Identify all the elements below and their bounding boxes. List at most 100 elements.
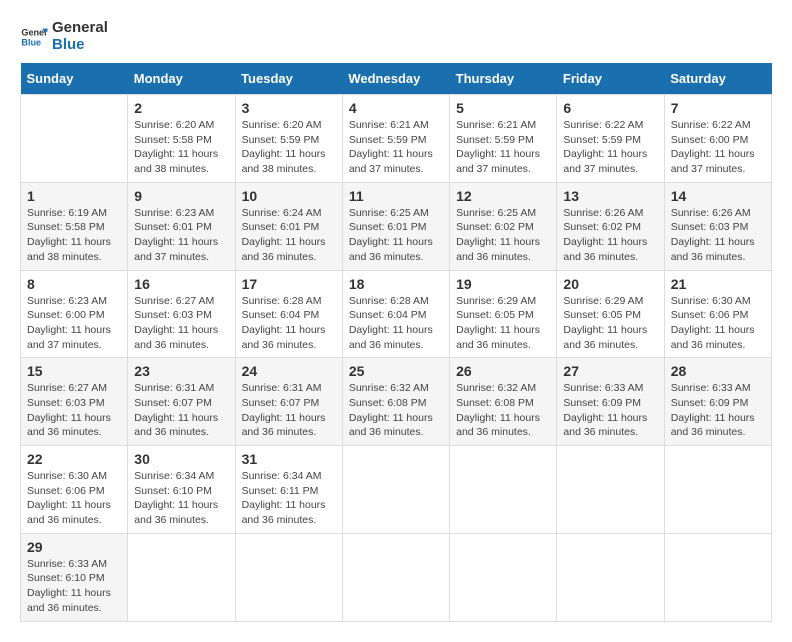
sunrise-time: Sunrise: 6:31 AM bbox=[134, 381, 228, 396]
column-header-sunday: Sunday bbox=[21, 63, 128, 95]
day-number: 25 bbox=[349, 363, 443, 379]
sunrise-time: Sunrise: 6:20 AM bbox=[242, 118, 336, 133]
day-number: 4 bbox=[349, 100, 443, 116]
calendar-cell: 28 Sunrise: 6:33 AM Sunset: 6:09 PM Dayl… bbox=[664, 358, 771, 446]
sunrise-time: Sunrise: 6:34 AM bbox=[134, 469, 228, 484]
calendar-header-row: SundayMondayTuesdayWednesdayThursdayFrid… bbox=[21, 63, 772, 95]
sunrise-time: Sunrise: 6:33 AM bbox=[563, 381, 657, 396]
day-info: Sunrise: 6:30 AM Sunset: 6:06 PM Dayligh… bbox=[27, 469, 121, 528]
daylight-hours: Daylight: 11 hours and 38 minutes. bbox=[134, 147, 228, 176]
daylight-hours: Daylight: 11 hours and 36 minutes. bbox=[242, 498, 336, 527]
daylight-hours: Daylight: 11 hours and 36 minutes. bbox=[671, 235, 765, 264]
day-info: Sunrise: 6:22 AM Sunset: 5:59 PM Dayligh… bbox=[563, 118, 657, 177]
calendar-cell: 13 Sunrise: 6:26 AM Sunset: 6:02 PM Dayl… bbox=[557, 182, 664, 270]
daylight-hours: Daylight: 11 hours and 36 minutes. bbox=[134, 323, 228, 352]
sunrise-time: Sunrise: 6:26 AM bbox=[563, 206, 657, 221]
column-header-thursday: Thursday bbox=[450, 63, 557, 95]
sunset-time: Sunset: 6:10 PM bbox=[134, 484, 228, 499]
day-number: 31 bbox=[242, 451, 336, 467]
sunrise-time: Sunrise: 6:30 AM bbox=[27, 469, 121, 484]
calendar-cell bbox=[664, 446, 771, 534]
calendar-week-row: 15 Sunrise: 6:27 AM Sunset: 6:03 PM Dayl… bbox=[21, 358, 772, 446]
sunset-time: Sunset: 6:01 PM bbox=[349, 220, 443, 235]
calendar-cell bbox=[664, 533, 771, 621]
daylight-hours: Daylight: 11 hours and 36 minutes. bbox=[671, 323, 765, 352]
day-number: 8 bbox=[27, 276, 121, 292]
sunset-time: Sunset: 5:58 PM bbox=[27, 220, 121, 235]
daylight-hours: Daylight: 11 hours and 36 minutes. bbox=[349, 235, 443, 264]
sunset-time: Sunset: 6:04 PM bbox=[242, 308, 336, 323]
sunset-time: Sunset: 5:59 PM bbox=[349, 133, 443, 148]
calendar-cell bbox=[450, 533, 557, 621]
column-header-friday: Friday bbox=[557, 63, 664, 95]
day-number: 1 bbox=[27, 188, 121, 204]
sunset-time: Sunset: 6:05 PM bbox=[456, 308, 550, 323]
sunrise-time: Sunrise: 6:28 AM bbox=[349, 294, 443, 309]
day-info: Sunrise: 6:29 AM Sunset: 6:05 PM Dayligh… bbox=[563, 294, 657, 353]
sunset-time: Sunset: 6:07 PM bbox=[242, 396, 336, 411]
calendar-cell: 16 Sunrise: 6:27 AM Sunset: 6:03 PM Dayl… bbox=[128, 270, 235, 358]
calendar-cell: 3 Sunrise: 6:20 AM Sunset: 5:59 PM Dayli… bbox=[235, 95, 342, 183]
sunset-time: Sunset: 6:04 PM bbox=[349, 308, 443, 323]
day-info: Sunrise: 6:19 AM Sunset: 5:58 PM Dayligh… bbox=[27, 206, 121, 265]
calendar-cell: 27 Sunrise: 6:33 AM Sunset: 6:09 PM Dayl… bbox=[557, 358, 664, 446]
daylight-hours: Daylight: 11 hours and 36 minutes. bbox=[671, 411, 765, 440]
sunset-time: Sunset: 6:09 PM bbox=[563, 396, 657, 411]
sunset-time: Sunset: 6:09 PM bbox=[671, 396, 765, 411]
day-number: 9 bbox=[134, 188, 228, 204]
daylight-hours: Daylight: 11 hours and 36 minutes. bbox=[134, 411, 228, 440]
sunrise-time: Sunrise: 6:25 AM bbox=[349, 206, 443, 221]
sunrise-time: Sunrise: 6:30 AM bbox=[671, 294, 765, 309]
day-number: 29 bbox=[27, 539, 121, 555]
sunset-time: Sunset: 6:02 PM bbox=[563, 220, 657, 235]
day-info: Sunrise: 6:27 AM Sunset: 6:03 PM Dayligh… bbox=[27, 381, 121, 440]
sunrise-time: Sunrise: 6:28 AM bbox=[242, 294, 336, 309]
column-header-monday: Monday bbox=[128, 63, 235, 95]
sunrise-time: Sunrise: 6:21 AM bbox=[349, 118, 443, 133]
calendar-cell: 17 Sunrise: 6:28 AM Sunset: 6:04 PM Dayl… bbox=[235, 270, 342, 358]
logo-general: General bbox=[52, 20, 108, 37]
sunset-time: Sunset: 5:59 PM bbox=[456, 133, 550, 148]
day-info: Sunrise: 6:21 AM Sunset: 5:59 PM Dayligh… bbox=[456, 118, 550, 177]
daylight-hours: Daylight: 11 hours and 38 minutes. bbox=[242, 147, 336, 176]
calendar-week-row: 1 Sunrise: 6:19 AM Sunset: 5:58 PM Dayli… bbox=[21, 182, 772, 270]
sunrise-time: Sunrise: 6:33 AM bbox=[27, 557, 121, 572]
sunrise-time: Sunrise: 6:21 AM bbox=[456, 118, 550, 133]
sunrise-time: Sunrise: 6:23 AM bbox=[134, 206, 228, 221]
day-info: Sunrise: 6:34 AM Sunset: 6:10 PM Dayligh… bbox=[134, 469, 228, 528]
sunrise-time: Sunrise: 6:23 AM bbox=[27, 294, 121, 309]
day-info: Sunrise: 6:22 AM Sunset: 6:00 PM Dayligh… bbox=[671, 118, 765, 177]
day-number: 16 bbox=[134, 276, 228, 292]
sunrise-time: Sunrise: 6:22 AM bbox=[671, 118, 765, 133]
column-header-saturday: Saturday bbox=[664, 63, 771, 95]
sunset-time: Sunset: 6:00 PM bbox=[671, 133, 765, 148]
day-info: Sunrise: 6:26 AM Sunset: 6:02 PM Dayligh… bbox=[563, 206, 657, 265]
daylight-hours: Daylight: 11 hours and 36 minutes. bbox=[349, 411, 443, 440]
sunset-time: Sunset: 6:05 PM bbox=[563, 308, 657, 323]
day-info: Sunrise: 6:32 AM Sunset: 6:08 PM Dayligh… bbox=[456, 381, 550, 440]
calendar-cell: 25 Sunrise: 6:32 AM Sunset: 6:08 PM Dayl… bbox=[342, 358, 449, 446]
logo: General Blue General Blue bbox=[20, 20, 108, 53]
day-info: Sunrise: 6:28 AM Sunset: 6:04 PM Dayligh… bbox=[242, 294, 336, 353]
day-number: 15 bbox=[27, 363, 121, 379]
sunrise-time: Sunrise: 6:33 AM bbox=[671, 381, 765, 396]
sunrise-time: Sunrise: 6:32 AM bbox=[456, 381, 550, 396]
sunset-time: Sunset: 6:03 PM bbox=[27, 396, 121, 411]
daylight-hours: Daylight: 11 hours and 36 minutes. bbox=[349, 323, 443, 352]
day-info: Sunrise: 6:26 AM Sunset: 6:03 PM Dayligh… bbox=[671, 206, 765, 265]
day-info: Sunrise: 6:23 AM Sunset: 6:01 PM Dayligh… bbox=[134, 206, 228, 265]
calendar-cell: 7 Sunrise: 6:22 AM Sunset: 6:00 PM Dayli… bbox=[664, 95, 771, 183]
calendar-cell: 18 Sunrise: 6:28 AM Sunset: 6:04 PM Dayl… bbox=[342, 270, 449, 358]
sunset-time: Sunset: 6:10 PM bbox=[27, 571, 121, 586]
day-number: 7 bbox=[671, 100, 765, 116]
calendar-cell: 21 Sunrise: 6:30 AM Sunset: 6:06 PM Dayl… bbox=[664, 270, 771, 358]
calendar-cell bbox=[21, 95, 128, 183]
sunset-time: Sunset: 5:59 PM bbox=[242, 133, 336, 148]
calendar-cell: 26 Sunrise: 6:32 AM Sunset: 6:08 PM Dayl… bbox=[450, 358, 557, 446]
day-info: Sunrise: 6:20 AM Sunset: 5:58 PM Dayligh… bbox=[134, 118, 228, 177]
day-number: 24 bbox=[242, 363, 336, 379]
day-info: Sunrise: 6:25 AM Sunset: 6:01 PM Dayligh… bbox=[349, 206, 443, 265]
calendar-cell: 24 Sunrise: 6:31 AM Sunset: 6:07 PM Dayl… bbox=[235, 358, 342, 446]
day-number: 19 bbox=[456, 276, 550, 292]
day-info: Sunrise: 6:33 AM Sunset: 6:10 PM Dayligh… bbox=[27, 557, 121, 616]
